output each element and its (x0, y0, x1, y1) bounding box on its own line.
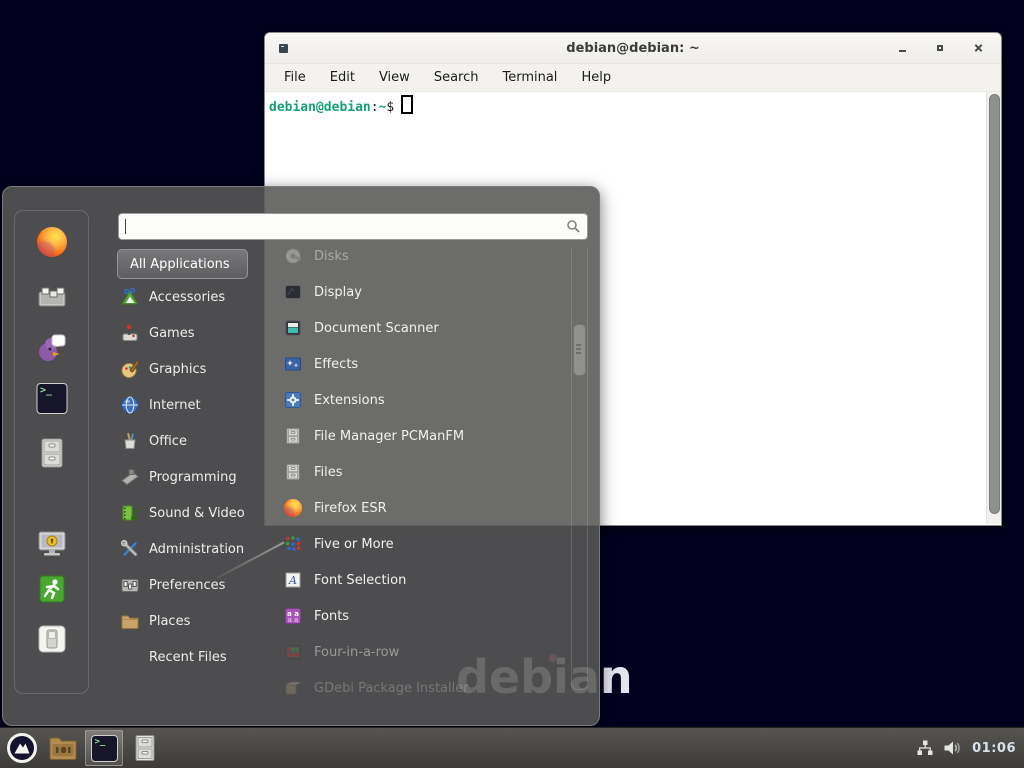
terminal-titlebar[interactable]: debian@debian: ~ (265, 33, 1001, 64)
sound-video-icon (120, 503, 140, 523)
category-list: Accessories Games Graphics Internet Offi… (120, 279, 282, 675)
category-administration[interactable]: Administration (120, 531, 282, 567)
category-recent-files[interactable]: Recent Files (120, 639, 282, 675)
file-cabinet-icon (284, 427, 302, 445)
clock[interactable]: 01:06 (972, 741, 1016, 756)
all-applications-button[interactable]: All Applications (117, 249, 248, 279)
internet-icon (120, 395, 140, 415)
four-in-a-row-icon (284, 643, 302, 661)
category-programming[interactable]: Programming (120, 459, 282, 495)
disks-icon (284, 247, 302, 265)
close-button[interactable] (973, 42, 985, 54)
prompt-user-host: debian@debian (269, 100, 371, 115)
office-icon (120, 431, 140, 451)
terminal-menubar: File Edit View Search Terminal Help (265, 64, 1001, 91)
lock-screen-icon[interactable] (36, 529, 68, 563)
file-cabinet-icon[interactable] (37, 437, 67, 473)
search-caret (125, 219, 126, 234)
app-font-selection[interactable]: A Font Selection (284, 562, 566, 598)
shell-prompt: debian@debian:~$ (269, 95, 413, 115)
volume-icon[interactable] (943, 739, 963, 757)
five-or-more-icon (284, 535, 302, 553)
menu-view[interactable]: View (379, 70, 410, 85)
maximize-button[interactable] (935, 42, 947, 54)
app-effects[interactable]: Effects (284, 346, 566, 382)
desktop: debian debian@debian: ~ File Edit View S… (0, 0, 1024, 768)
accessories-icon (120, 287, 140, 307)
app-gdebi-package-installer[interactable]: GDebi Package Installer (284, 670, 566, 706)
file-cabinet-launcher[interactable] (126, 730, 164, 766)
terminal-cursor (401, 95, 413, 114)
terminal-icon (91, 735, 118, 762)
app-file-manager-pcmanfm[interactable]: File Manager PCManFM (284, 418, 566, 454)
app-four-in-a-row[interactable]: Four-in-a-row (284, 634, 566, 670)
menu-terminal[interactable]: Terminal (502, 70, 557, 85)
favorites-strip (14, 210, 89, 694)
app-fonts[interactable]: a aa a Fonts (284, 598, 566, 634)
terminal-scrollbar[interactable] (986, 92, 1001, 524)
category-office[interactable]: Office (120, 423, 282, 459)
app-list: Disks Display Document Scanner Effects E… (284, 238, 566, 706)
app-extensions[interactable]: Extensions (284, 382, 566, 418)
system-tray: 01:06 (916, 739, 1024, 757)
search-input[interactable] (119, 214, 587, 239)
file-cabinet-icon (133, 734, 157, 762)
application-menu: All Applications Accessories Games Graph… (2, 186, 600, 726)
menu-file[interactable]: File (284, 70, 306, 85)
menu-scrollbar-track[interactable] (571, 247, 588, 690)
magnifier-icon (566, 219, 580, 233)
menu-logo-icon (6, 732, 38, 764)
terminal-window-button[interactable] (85, 730, 123, 766)
administration-icon (120, 539, 140, 559)
games-icon (120, 323, 140, 343)
graphics-icon (120, 359, 140, 379)
category-internet[interactable]: Internet (120, 387, 282, 423)
log-out-icon[interactable] (37, 574, 67, 608)
folder-launcher[interactable] (44, 730, 82, 766)
category-games[interactable]: Games (120, 315, 282, 351)
network-icon[interactable] (916, 739, 934, 757)
menu-scrollbar-thumb[interactable] (573, 324, 586, 376)
category-sound-video[interactable]: Sound & Video (120, 495, 282, 531)
folder-icon (48, 735, 78, 761)
shut-down-icon[interactable] (37, 624, 67, 658)
app-display[interactable]: Display (284, 274, 566, 310)
preferences-icon (120, 575, 140, 595)
terminal-scrollbar-thumb[interactable] (989, 94, 1000, 514)
svg-text:A: A (288, 574, 297, 587)
programming-icon (120, 467, 140, 487)
font-selection-icon: A (284, 571, 302, 589)
taskbar: 01:06 (0, 727, 1024, 768)
extensions-icon (284, 391, 302, 409)
places-icon (120, 611, 140, 631)
file-cabinet-icon (284, 463, 302, 481)
terminal-icon[interactable] (36, 383, 67, 414)
minimize-button[interactable] (897, 42, 909, 54)
category-graphics[interactable]: Graphics (120, 351, 282, 387)
search-box (118, 213, 588, 240)
menu-help[interactable]: Help (581, 70, 611, 85)
pidgin-icon[interactable] (36, 332, 68, 368)
menu-search[interactable]: Search (434, 70, 479, 85)
fonts-icon: a aa a (284, 607, 302, 625)
effects-icon (284, 355, 302, 373)
app-disks[interactable]: Disks (284, 238, 566, 274)
terminal-title: debian@debian: ~ (265, 41, 1001, 56)
document-scanner-icon (284, 319, 302, 337)
category-places[interactable]: Places (120, 603, 282, 639)
app-files[interactable]: Files (284, 454, 566, 490)
gdebi-icon (284, 679, 302, 697)
menu-edit[interactable]: Edit (330, 70, 355, 85)
control-panel-icon[interactable] (37, 282, 67, 316)
app-firefox-esr[interactable]: Firefox ESR (284, 490, 566, 526)
app-document-scanner[interactable]: Document Scanner (284, 310, 566, 346)
category-preferences[interactable]: Preferences (120, 567, 282, 603)
display-icon (284, 283, 302, 301)
menu-button[interactable] (3, 730, 41, 766)
firefox-icon[interactable] (37, 227, 67, 257)
category-accessories[interactable]: Accessories (120, 279, 282, 315)
firefox-icon (284, 499, 302, 517)
svg-text:a a: a a (288, 616, 299, 624)
app-five-or-more[interactable]: Five or More (284, 526, 566, 562)
